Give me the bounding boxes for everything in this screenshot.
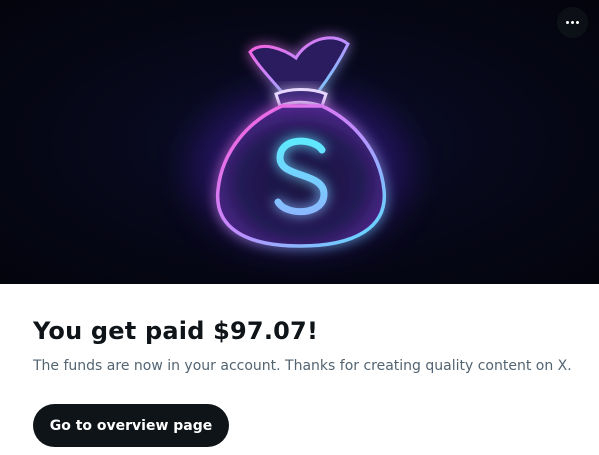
payout-card: You get paid $97.07! The funds are now i… — [0, 0, 599, 455]
bag-top-flaps — [248, 36, 350, 94]
more-horizontal-icon — [566, 21, 579, 24]
money-bag-illustration — [190, 36, 410, 250]
payout-description: The funds are now in your account. Thank… — [33, 358, 572, 374]
more-options-button[interactable] — [557, 7, 588, 38]
payout-headline: You get paid $97.07! — [33, 317, 319, 345]
go-to-overview-button[interactable]: Go to overview page — [33, 404, 229, 447]
message-content: You get paid $97.07! The funds are now i… — [33, 284, 579, 376]
bag-tie — [274, 88, 328, 109]
hero-image — [0, 0, 599, 284]
